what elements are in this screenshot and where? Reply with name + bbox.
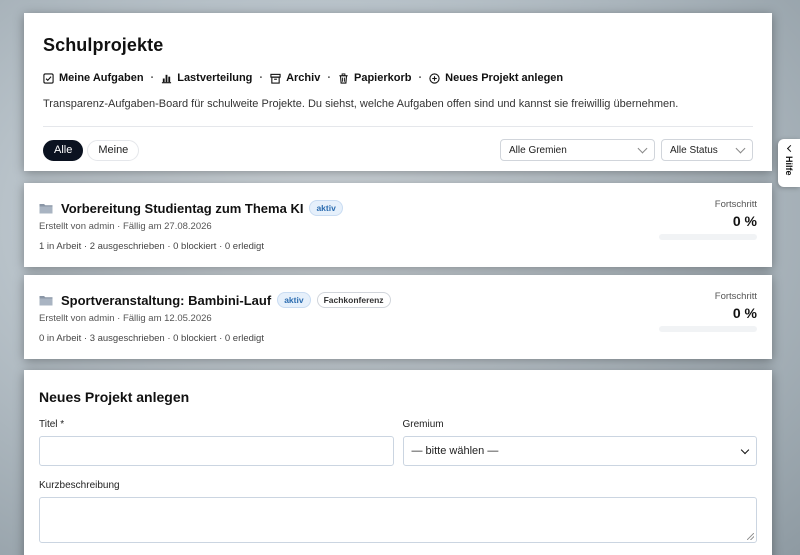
- nav-separator: ·: [327, 72, 331, 84]
- folder-icon: [39, 296, 53, 306]
- filter-bar: Alle Meine Alle Gremien Alle Status: [43, 139, 753, 161]
- help-label: Hilfe: [784, 156, 794, 176]
- nav-separator: ·: [150, 72, 155, 84]
- project-progress: Fortschritt 0 %: [659, 199, 757, 240]
- gremium-field-group: Gremium — bitte wählen —: [402, 419, 757, 466]
- form-title: Neues Projekt anlegen: [39, 389, 190, 405]
- chevron-down-icon: [735, 143, 746, 154]
- project-meta: Erstellt von admin · Fällig am 12.05.202…: [39, 313, 212, 324]
- description-field-group: Kurzbeschreibung: [39, 480, 757, 543]
- checkbox-icon: [43, 72, 54, 84]
- project-card[interactable]: Vorbereitung Studientag zum Thema KI akt…: [24, 183, 772, 267]
- nav-new-project-label: Neues Projekt anlegen: [445, 72, 564, 84]
- nav-my-tasks-label: Meine Aufgaben: [59, 72, 144, 84]
- chevron-left-icon: [786, 144, 794, 153]
- progress-bar: [659, 234, 757, 240]
- nav-separator: ·: [418, 72, 423, 84]
- project-title[interactable]: Vorbereitung Studientag zum Thema KI: [61, 201, 303, 216]
- gremium-badge: Fachkonferenz: [316, 292, 391, 308]
- select-filters: Alle Gremien Alle Status: [500, 139, 753, 161]
- description-textarea[interactable]: [39, 497, 757, 543]
- trash-icon: [339, 72, 348, 84]
- form-row: Titel * Gremium — bitte wählen —: [39, 419, 757, 466]
- header-card: Schulprojekte Meine Aufgaben · Lastverte…: [24, 13, 772, 171]
- chevron-down-icon: [637, 143, 648, 154]
- filter-pill-all[interactable]: Alle: [43, 139, 84, 161]
- title-input[interactable]: [39, 436, 394, 466]
- progress-value: 0 %: [732, 213, 757, 229]
- project-task-counts: 0 in Arbeit · 3 ausgeschrieben · 0 block…: [39, 333, 264, 344]
- divider: [43, 126, 753, 127]
- archive-icon: [270, 73, 281, 84]
- project-header: Vorbereitung Studientag zum Thema KI akt…: [39, 200, 757, 216]
- project-task-counts: 1 in Arbeit · 2 ausgeschrieben · 0 block…: [39, 241, 264, 252]
- project-card[interactable]: Sportveranstaltung: Bambini-Lauf aktiv F…: [24, 275, 772, 359]
- progress-label: Fortschritt: [714, 199, 757, 210]
- resize-handle[interactable]: [747, 533, 754, 540]
- description-field-label: Kurzbeschreibung: [39, 480, 120, 491]
- scope-filter: Alle Meine: [43, 139, 140, 161]
- project-meta: Erstellt von admin · Fällig am 27.08.202…: [39, 221, 212, 232]
- gremium-filter-value: Alle Gremien: [509, 144, 567, 156]
- progress-label: Fortschritt: [714, 291, 757, 302]
- project-title[interactable]: Sportveranstaltung: Bambini-Lauf: [61, 293, 271, 308]
- nav-trash-label: Papierkorb: [354, 72, 412, 84]
- project-progress: Fortschritt 0 %: [659, 291, 757, 332]
- status-badge: aktiv: [309, 200, 343, 216]
- project-header: Sportveranstaltung: Bambini-Lauf aktiv F…: [39, 292, 757, 308]
- status-filter-select[interactable]: Alle Status: [661, 139, 753, 161]
- chevron-down-icon: [740, 445, 750, 454]
- nav-load-distribution-label: Lastverteilung: [177, 72, 253, 84]
- new-project-form: Neues Projekt anlegen Titel * Gremium — …: [24, 370, 772, 555]
- main-nav: Meine Aufgaben · Lastverteilung · Archiv…: [43, 72, 753, 84]
- title-field-label: Titel *: [39, 419, 65, 430]
- status-filter-value: Alle Status: [670, 144, 718, 156]
- page-description: Transparenz-Aufgaben-Board für schulweit…: [43, 98, 679, 110]
- filter-pill-mine[interactable]: Meine: [87, 139, 140, 161]
- help-tab[interactable]: Hilfe: [778, 139, 800, 187]
- gremium-filter-select[interactable]: Alle Gremien: [500, 139, 655, 161]
- gremium-select-value: — bitte wählen —: [411, 445, 499, 457]
- nav-new-project[interactable]: Neues Projekt anlegen: [429, 72, 563, 84]
- gremium-select[interactable]: — bitte wählen —: [402, 436, 757, 466]
- nav-trash[interactable]: Papierkorb: [338, 72, 411, 84]
- nav-archive[interactable]: Archiv: [270, 72, 320, 84]
- title-field-group: Titel *: [39, 419, 394, 466]
- nav-separator: ·: [259, 72, 264, 84]
- page-title: Schulprojekte: [43, 35, 164, 55]
- gremium-field-label: Gremium: [402, 419, 444, 430]
- status-badge: aktiv: [277, 292, 311, 308]
- nav-archive-label: Archiv: [286, 72, 321, 84]
- progress-bar: [659, 326, 757, 332]
- nav-my-tasks[interactable]: Meine Aufgaben: [43, 72, 144, 84]
- folder-icon: [39, 204, 53, 214]
- progress-value: 0 %: [732, 305, 757, 321]
- nav-load-distribution[interactable]: Lastverteilung: [161, 72, 252, 84]
- plus-circle-icon: [429, 72, 440, 84]
- bar-chart-icon: [162, 74, 172, 83]
